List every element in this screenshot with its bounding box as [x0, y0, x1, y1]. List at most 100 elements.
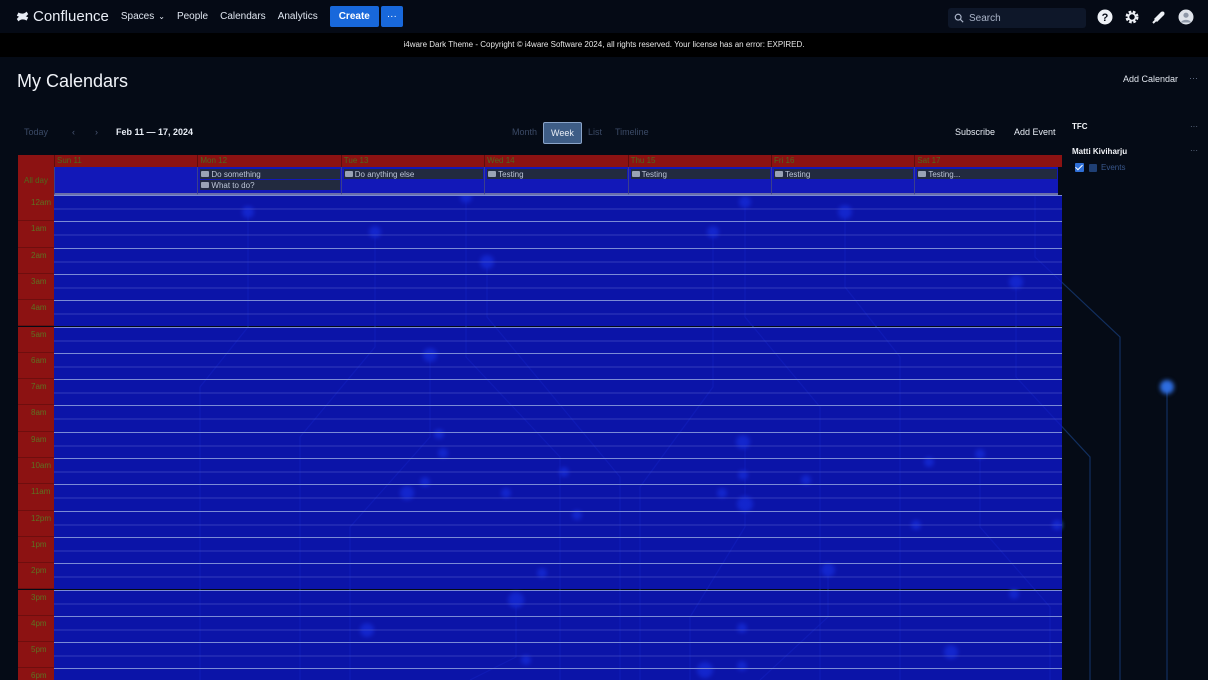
day-header[interactable]: Tue 13	[340, 155, 484, 167]
calendar-event[interactable]: Do something	[200, 169, 340, 179]
calendar-event[interactable]: Testing	[773, 169, 914, 179]
create-more-button[interactable]: ···	[380, 6, 403, 27]
create-button[interactable]: Create	[329, 6, 379, 27]
hour-row: 2pm	[18, 563, 1062, 590]
add-event-button[interactable]: Add Event	[1014, 127, 1056, 137]
hour-slot[interactable]	[54, 300, 1062, 327]
event-title: Testing...	[928, 169, 961, 179]
calendar-visibility-checkbox[interactable]	[1075, 163, 1084, 172]
settings-icon[interactable]	[1124, 9, 1140, 25]
hour-slot[interactable]	[54, 352, 1062, 380]
allday-cell-thu[interactable]: Testing	[627, 167, 771, 195]
hour-slot[interactable]	[54, 326, 1062, 353]
hour-slot[interactable]	[54, 668, 1062, 680]
hour-label: 3am	[18, 273, 54, 301]
sidebar-user-more-button[interactable]: ···	[1190, 146, 1198, 155]
hour-label: 6am	[18, 352, 54, 380]
hour-row: 7am	[18, 379, 1062, 406]
allday-cell-mon[interactable]: Do something What to do?	[197, 167, 341, 195]
chevron-down-icon: ⌄	[158, 12, 165, 21]
hour-row: 1pm	[18, 536, 1062, 564]
view-timeline-button[interactable]: Timeline	[615, 127, 649, 137]
hour-label: 3pm	[18, 589, 54, 616]
day-header[interactable]: Sat 17	[914, 155, 1057, 167]
view-week-button[interactable]: Week	[543, 122, 582, 144]
day-header[interactable]: Sun 11	[54, 155, 197, 167]
previous-week-button[interactable]: ‹	[72, 127, 75, 137]
event-icon	[201, 182, 210, 188]
hour-slot[interactable]	[54, 405, 1062, 432]
search-input[interactable]: Search	[948, 8, 1086, 28]
day-header[interactable]: Thu 15	[627, 155, 771, 167]
top-navigation: Confluence Spaces ⌄ People Calendars Ana…	[0, 0, 1208, 33]
nav-analytics[interactable]: Analytics	[278, 11, 318, 22]
allday-cell-tue[interactable]: Do anything else	[340, 167, 485, 195]
nav-calendars[interactable]: Calendars	[220, 11, 266, 22]
event-icon	[344, 171, 353, 177]
allday-label: All day	[18, 167, 54, 195]
view-month-button[interactable]: Month	[512, 127, 537, 137]
event-title: What to do?	[211, 180, 255, 190]
hour-slot[interactable]	[54, 615, 1062, 643]
confluence-logo-icon	[16, 11, 29, 22]
hour-row: 6pm	[18, 668, 1062, 680]
day-header[interactable]: Fri 16	[770, 155, 914, 167]
sidebar-calendar-item[interactable]: Events	[1075, 163, 1125, 172]
hour-slot[interactable]	[54, 589, 1062, 616]
sidebar-group-title[interactable]: TFC	[1072, 122, 1088, 131]
hour-label: 11am	[18, 484, 54, 511]
confluence-logo[interactable]: Confluence	[16, 8, 109, 25]
hour-slot[interactable]	[54, 510, 1062, 537]
calendar-event[interactable]: Testing	[487, 169, 627, 179]
hour-slot[interactable]	[54, 563, 1062, 590]
view-list-button[interactable]: List	[588, 127, 602, 137]
calendar-event[interactable]: Testing...	[917, 169, 1057, 179]
notifications-icon[interactable]	[1151, 9, 1167, 25]
license-banner: i4ware Dark Theme - Copyright © i4ware S…	[0, 33, 1208, 57]
hour-slot[interactable]	[54, 458, 1062, 485]
hour-row: 8am	[18, 405, 1062, 432]
today-button[interactable]: Today	[24, 127, 48, 137]
hour-label: 5am	[18, 326, 54, 353]
hour-label: 12pm	[18, 510, 54, 537]
calendar-event[interactable]: Do anything else	[343, 169, 484, 179]
allday-cell-sat[interactable]: Testing...	[914, 167, 1058, 195]
day-header-gutter	[18, 155, 54, 167]
hour-label: 7am	[18, 379, 54, 406]
hour-slot[interactable]	[54, 642, 1062, 669]
allday-cell-wed[interactable]: Testing	[484, 167, 628, 195]
help-icon[interactable]: ?	[1097, 9, 1113, 25]
hour-slot[interactable]	[54, 536, 1062, 564]
day-header[interactable]: Wed 14	[484, 155, 627, 167]
hour-slot[interactable]	[54, 273, 1062, 301]
add-calendar-button[interactable]: Add Calendar	[1123, 74, 1178, 84]
calendar-event[interactable]: What to do?	[200, 180, 340, 190]
allday-cell-fri[interactable]: Testing	[770, 167, 915, 195]
event-icon	[918, 171, 927, 177]
hour-slot[interactable]	[54, 484, 1062, 511]
allday-row: All day Do something What to do? Do anyt…	[18, 167, 1062, 195]
page-more-button[interactable]: ···	[1189, 73, 1198, 83]
hour-label: 2am	[18, 247, 54, 274]
calendar-event[interactable]: Testing	[630, 169, 770, 179]
nav-spaces[interactable]: Spaces ⌄	[121, 11, 165, 22]
hour-slot[interactable]	[54, 247, 1062, 274]
sidebar-user-name[interactable]: Matti Kiviharju	[1072, 147, 1127, 156]
hour-slot[interactable]	[54, 195, 1062, 222]
subscribe-button[interactable]: Subscribe	[955, 127, 995, 137]
hour-label: 10am	[18, 458, 54, 485]
hour-row: 1am	[18, 221, 1062, 248]
calendar-toolbar: Today ‹ › Feb 11 — 17, 2024 Month Week L…	[18, 122, 1063, 144]
hour-slot[interactable]	[54, 431, 1062, 458]
sidebar-group-more-button[interactable]: ···	[1190, 122, 1198, 131]
hour-slot[interactable]	[54, 221, 1062, 248]
day-header[interactable]: Mon 12	[197, 155, 340, 167]
event-title: Testing	[784, 169, 811, 179]
page-title: My Calendars	[17, 71, 129, 91]
next-week-button[interactable]: ›	[95, 127, 98, 137]
hour-slot[interactable]	[54, 379, 1062, 406]
avatar-icon[interactable]	[1178, 9, 1194, 25]
event-title: Testing	[498, 169, 524, 179]
nav-people[interactable]: People	[177, 11, 208, 22]
allday-cell-sun[interactable]	[54, 167, 198, 195]
